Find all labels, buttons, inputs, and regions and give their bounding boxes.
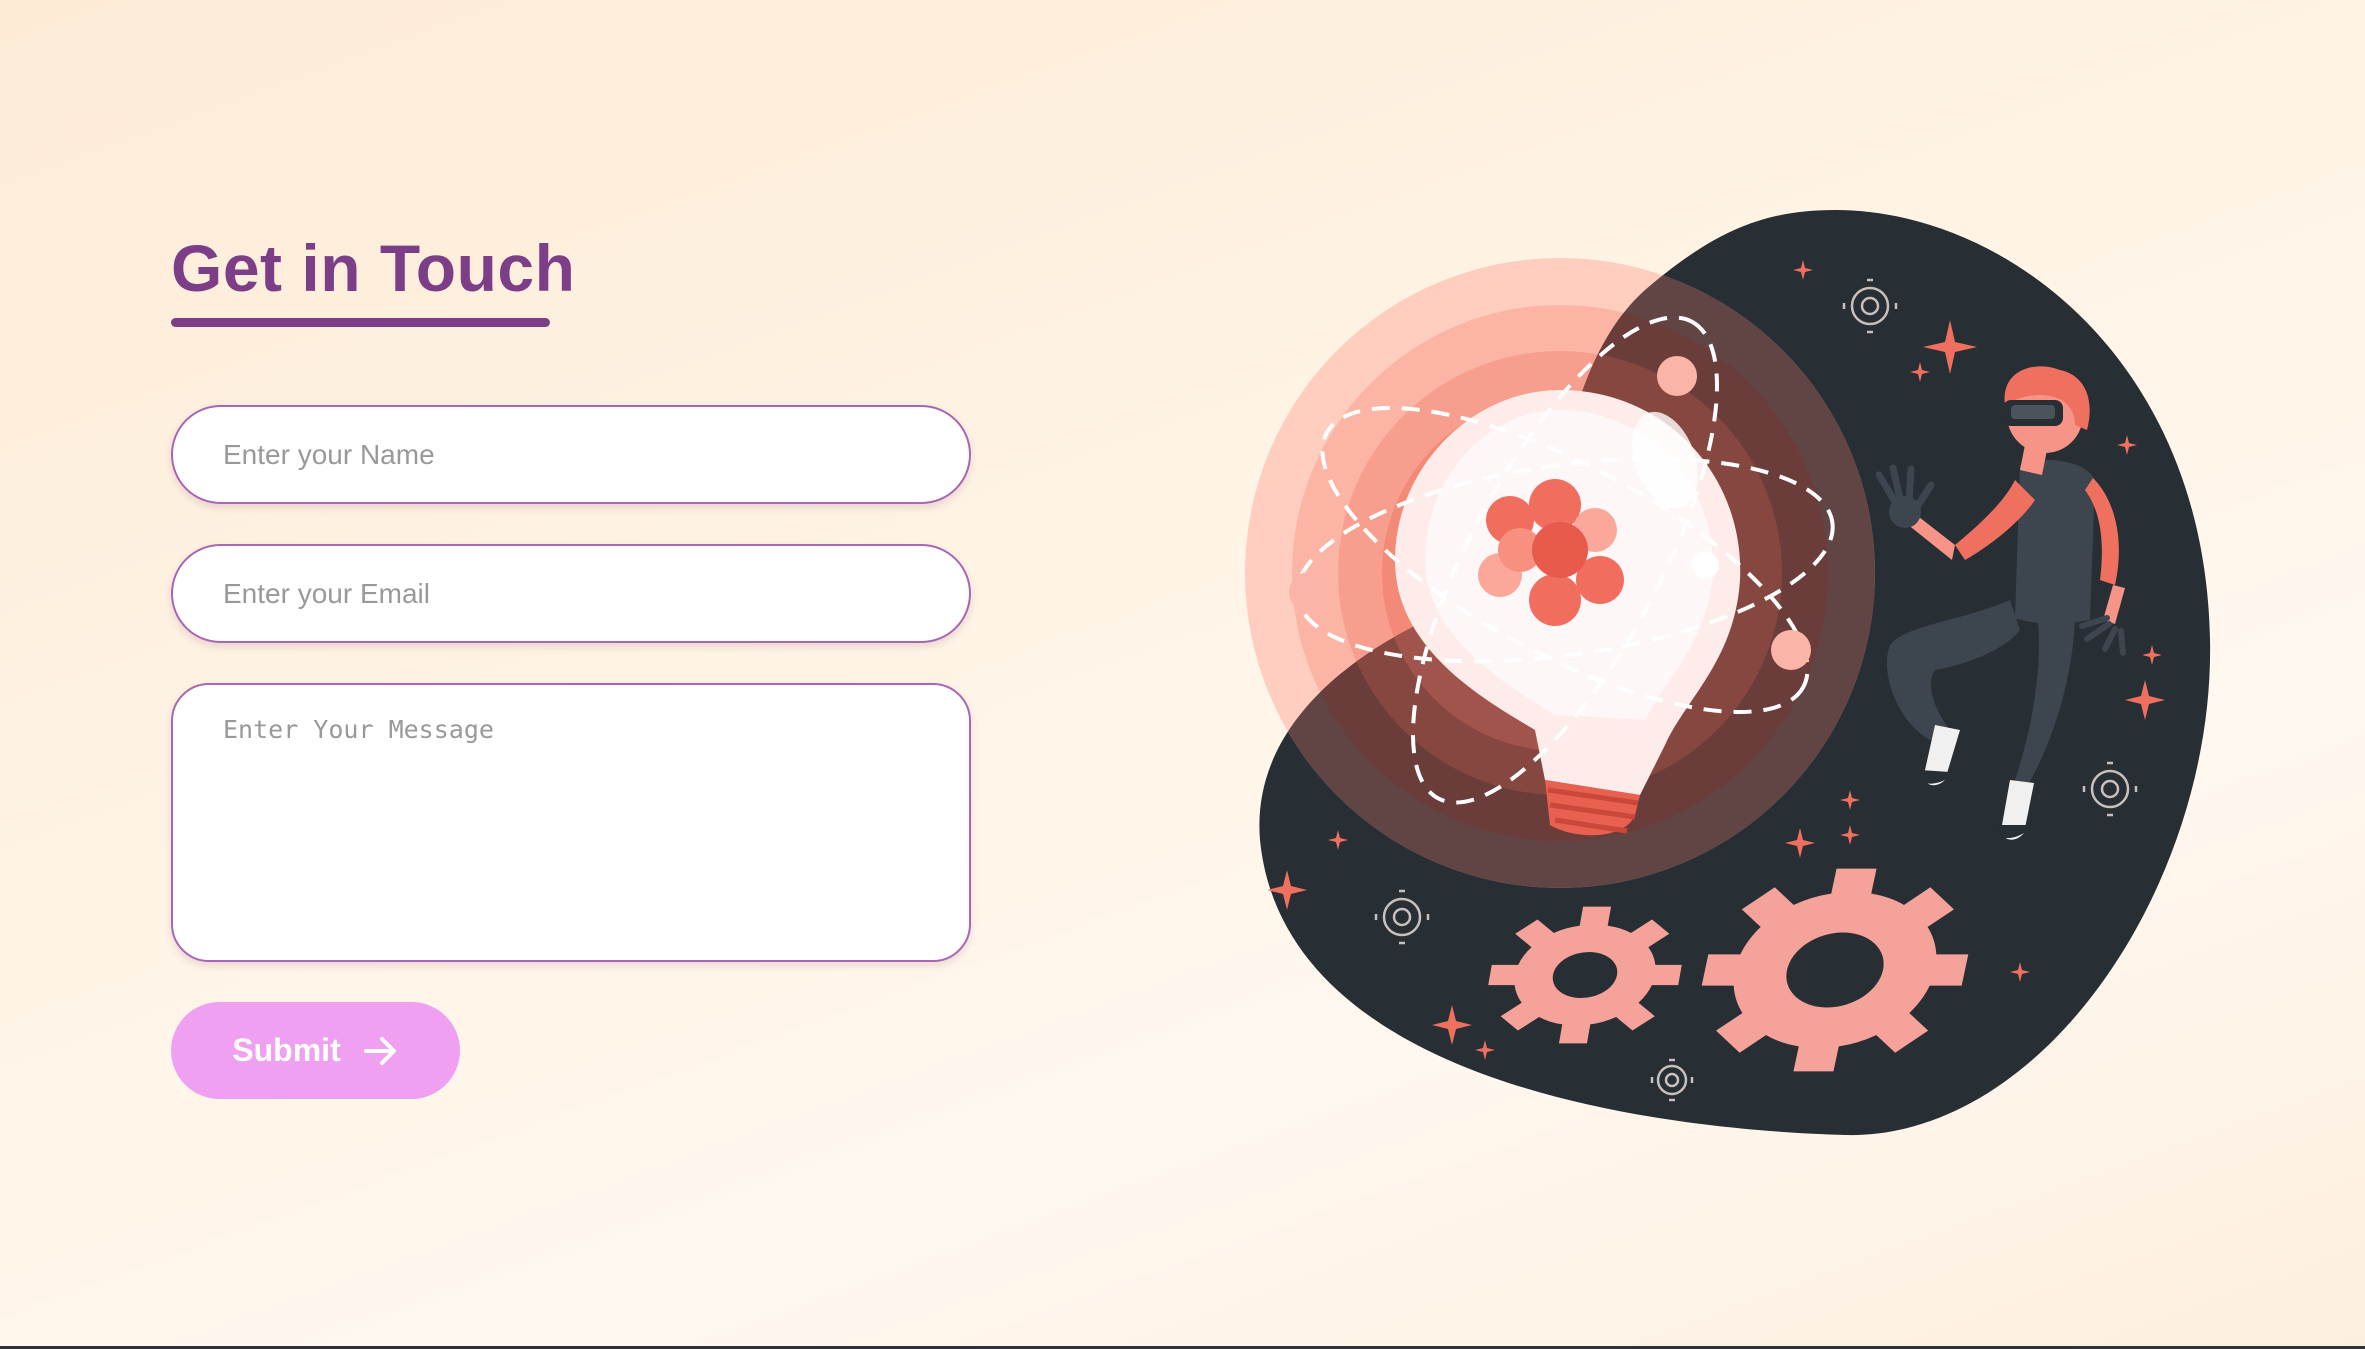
submit-label: Submit — [232, 1032, 341, 1068]
name-input[interactable] — [171, 405, 971, 504]
page-title: Get in Touch — [171, 231, 576, 305]
submit-button[interactable]: Submit — [171, 1002, 460, 1099]
message-textarea[interactable] — [171, 683, 971, 962]
arrow-right-icon — [363, 1036, 396, 1065]
innovation-illustration — [1245, 210, 2211, 1136]
contact-form: Get in Touch Submit — [171, 230, 971, 1099]
email-input[interactable] — [171, 544, 971, 643]
contact-page: Get in Touch Submit — [0, 0, 2365, 1346]
title-underline — [171, 318, 550, 327]
